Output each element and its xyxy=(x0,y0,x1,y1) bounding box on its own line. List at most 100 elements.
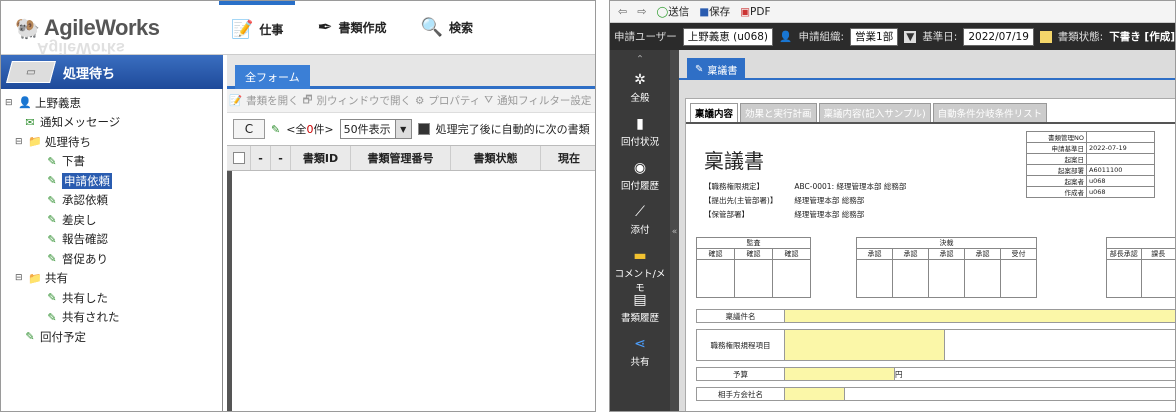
column-header[interactable]: - xyxy=(251,146,271,170)
meta-value[interactable]: A6011100 xyxy=(1086,164,1155,176)
open-document-button[interactable]: 書類を開く xyxy=(246,93,299,108)
sidebar-item-share[interactable]: ⋖ 共有 xyxy=(610,332,670,376)
section-header-pending: ▭ 処理待ち xyxy=(1,55,223,89)
sheet-tab-sample[interactable]: 稟議内容(記入サンプル) xyxy=(818,103,931,122)
tree-item-shared[interactable]: ⊟ 📁 共有 xyxy=(1,269,222,289)
stamp-cell[interactable] xyxy=(928,259,965,298)
meta-value[interactable]: u068 xyxy=(1086,186,1155,198)
collapse-toggle-icon[interactable]: ⊟ xyxy=(15,273,25,283)
counterparty-input[interactable] xyxy=(784,387,845,401)
stamp-cell[interactable] xyxy=(964,259,1001,298)
applicant-field[interactable]: 上野義恵 (u068) xyxy=(682,27,774,46)
select-all-column[interactable] xyxy=(227,146,251,170)
tree-item-shared-by-me[interactable]: ✎ 共有した xyxy=(1,288,222,308)
sidebar-label: 回付履歴 xyxy=(620,181,659,192)
save-button[interactable]: ■保存 xyxy=(699,4,730,19)
pager-prev[interactable]: <全 xyxy=(286,123,306,136)
forward-icon[interactable]: ⇨ xyxy=(637,5,646,18)
stamp-cell[interactable] xyxy=(1000,259,1037,298)
column-header-current[interactable]: 現在 xyxy=(541,146,595,170)
approval-group-title: 決裁 xyxy=(856,237,1037,249)
column-header-doc-number[interactable]: 書類管理番号 xyxy=(351,146,451,170)
authority-item-input[interactable] xyxy=(784,329,945,361)
sheet-tab-content[interactable]: 稟議内容 xyxy=(690,103,739,122)
stamp-cell[interactable] xyxy=(892,259,929,298)
pager-next[interactable]: 件> xyxy=(313,123,333,136)
agileworks-logo[interactable]: 🐏 AgileWorks AgileWorks xyxy=(1,15,219,56)
open-new-window-button[interactable]: 別ウィンドウで開く xyxy=(316,93,411,108)
calendar-icon[interactable] xyxy=(1039,30,1052,43)
column-header-doc-id[interactable]: 書類ID xyxy=(291,146,351,170)
collapse-toggle-icon[interactable]: ⊟ xyxy=(5,98,15,108)
subject-input[interactable] xyxy=(784,309,1175,323)
user-search-icon[interactable]: 👤 xyxy=(779,30,792,43)
comment-icon: ▬ xyxy=(633,248,647,264)
notification-filter-button[interactable]: 通知フィルター設定 xyxy=(497,93,591,108)
sheet-tab-effect-plan[interactable]: 効果と実行計画 xyxy=(740,103,817,122)
sidebar-toggle[interactable]: « xyxy=(670,50,679,411)
folder-tree: ⊟ 👤 上野義恵 ✉ 通知メッセージ ⊟ 📁 処理待ち ✎ 下書 ✎ 申請依頼 … xyxy=(1,89,223,411)
meta-value[interactable]: u068 xyxy=(1086,175,1155,187)
kv-key: 【保管部署】 xyxy=(704,210,749,219)
save-label: 保存 xyxy=(709,6,731,18)
column-header-doc-status[interactable]: 書類状態 xyxy=(451,146,541,170)
agileworks-inbox-window: 🐏 AgileWorks AgileWorks 📝 仕事 ✒ 書類作成 🔍 検索… xyxy=(0,0,596,412)
meta-value[interactable] xyxy=(1086,131,1155,143)
column-header[interactable]: - xyxy=(271,146,291,170)
nav-tab-work[interactable]: 📝 仕事 xyxy=(219,1,296,54)
tree-item-report-check[interactable]: ✎ 報告確認 xyxy=(1,230,222,250)
tree-item-reminder[interactable]: ✎ 督促あり xyxy=(1,249,222,269)
meta-value[interactable] xyxy=(1086,153,1155,165)
doc-pen-icon: ✎ xyxy=(695,63,704,75)
document-tab-ringi[interactable]: ✎ 稟議書 xyxy=(687,58,746,80)
approval-group-audit: 監査 確認 確認 確認 xyxy=(696,237,811,298)
auto-next-checkbox[interactable] xyxy=(417,123,430,135)
select-all-checkbox[interactable] xyxy=(232,152,245,164)
tree-item-approval-request[interactable]: ✎ 承認依頼 xyxy=(1,191,222,211)
tree-item-returned[interactable]: ✎ 差戻し xyxy=(1,210,222,230)
stamp-cell[interactable] xyxy=(772,259,811,298)
field-label: 稟議件名 xyxy=(696,309,785,323)
save-icon: ■ xyxy=(699,6,710,18)
date-field[interactable]: 2022/07/19 xyxy=(963,27,1034,46)
pane-splitter[interactable] xyxy=(227,171,232,411)
pdf-button[interactable]: ▣PDF xyxy=(740,6,770,18)
stamp-cell[interactable] xyxy=(696,259,735,298)
properties-button[interactable]: プロパティ xyxy=(428,93,480,108)
nav-tab-search[interactable]: 🔍 検索 xyxy=(409,1,485,54)
sheet-tab-conditions[interactable]: 自動条件分岐条件リスト xyxy=(932,103,1048,122)
sidebar-item-routing-history[interactable]: ◉ 回付履歴 xyxy=(610,156,670,200)
refresh-button[interactable]: C xyxy=(233,119,265,139)
tree-item-user[interactable]: ⊟ 👤 上野義恵 xyxy=(1,93,222,113)
stamp-cell[interactable] xyxy=(1106,259,1142,298)
collapse-toggle-icon[interactable]: ⊟ xyxy=(15,137,25,147)
tree-item-draft[interactable]: ✎ 下書 xyxy=(1,152,222,172)
back-icon[interactable]: ⇦ xyxy=(618,5,627,18)
logo-reflection: AgileWorks xyxy=(37,38,125,56)
per-page-select[interactable]: 50件表示 ▼ xyxy=(339,119,412,139)
tab-all-forms[interactable]: 全フォーム xyxy=(235,65,310,89)
sidebar-item-routing-status[interactable]: ▮ 回付状況 xyxy=(610,112,670,156)
sidebar-item-attachments[interactable]: ⟋ 添付 xyxy=(610,200,670,244)
send-button[interactable]: ◯送信 xyxy=(656,4,689,19)
sidebar-item-general[interactable]: ✲ 全般 xyxy=(610,68,670,112)
sidebar-item-doc-history[interactable]: ▤ 書類履歴 xyxy=(610,288,670,332)
open-document-icon: 📝 xyxy=(229,95,243,107)
stamp-cell[interactable] xyxy=(1140,259,1175,298)
approval-group-title: 監査 xyxy=(696,237,811,249)
chevron-down-icon[interactable]: ▼ xyxy=(904,30,917,43)
org-select[interactable]: 営業1部 xyxy=(850,27,899,46)
tree-item-scheduled-routing[interactable]: ✎ 回付予定 xyxy=(1,327,222,347)
stamp-cell[interactable] xyxy=(856,259,893,298)
chevron-down-icon[interactable]: ▾ xyxy=(595,95,596,107)
tree-item-pending[interactable]: ⊟ 📁 処理待ち xyxy=(1,132,222,152)
budget-input[interactable] xyxy=(784,367,895,381)
tree-item-application-request[interactable]: ✎ 申請依頼 xyxy=(1,171,222,191)
tree-item-notifications[interactable]: ✉ 通知メッセージ xyxy=(1,113,222,133)
sidebar-item-comments[interactable]: ▬ コメント/メモ xyxy=(610,244,670,294)
sidebar-collapse[interactable]: ⌃ xyxy=(610,50,670,68)
nav-tab-create-document[interactable]: ✒ 書類作成 xyxy=(305,1,398,54)
stamp-cell[interactable] xyxy=(734,259,773,298)
meta-value[interactable]: 2022-07-19 xyxy=(1086,142,1155,154)
tree-item-shared-with-me[interactable]: ✎ 共有された xyxy=(1,308,222,328)
